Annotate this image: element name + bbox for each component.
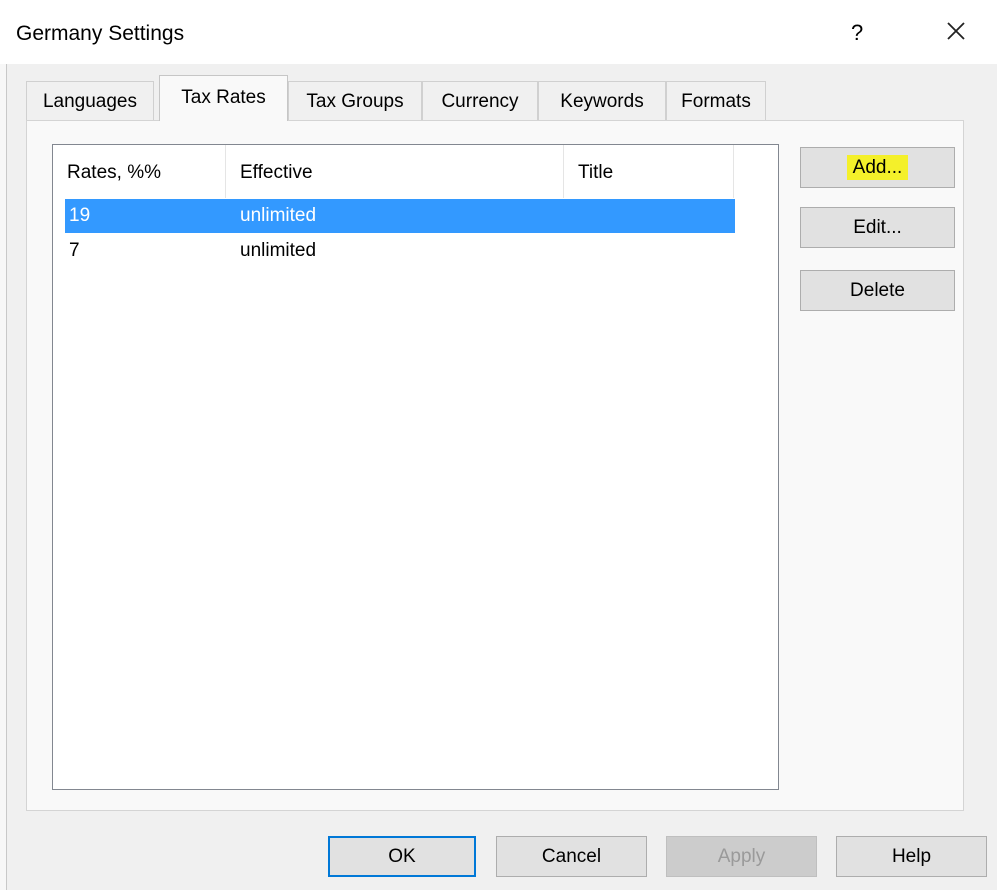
window-left-edge <box>0 0 7 890</box>
rate-cell: 19 <box>69 205 91 226</box>
tab-formats[interactable]: Formats <box>666 81 766 120</box>
tab-languages[interactable]: Languages <box>26 81 154 120</box>
add-button[interactable]: Add... <box>800 147 955 188</box>
cancel-button[interactable]: Cancel <box>496 836 647 877</box>
column-header-rates[interactable]: Rates, %% <box>53 145 226 198</box>
help-icon[interactable]: ? <box>851 20 863 46</box>
tax-rates-list[interactable]: Rates, %% Effective Title 19 unlimited 7… <box>52 144 779 790</box>
column-header-title[interactable]: Title <box>564 145 734 198</box>
table-row[interactable]: 7 unlimited <box>65 234 735 268</box>
help-button[interactable]: Help <box>836 836 987 877</box>
apply-button[interactable]: Apply <box>666 836 817 877</box>
column-header-effective[interactable]: Effective <box>226 145 564 198</box>
window-title: Germany Settings <box>16 22 185 45</box>
ok-button[interactable]: OK <box>328 836 476 877</box>
effective-cell: unlimited <box>240 205 317 226</box>
table-row[interactable]: 19 unlimited <box>65 199 735 233</box>
tab-currency[interactable]: Currency <box>422 81 538 120</box>
close-icon[interactable] <box>942 17 970 45</box>
title-bar: Germany Settings ? <box>0 0 997 64</box>
rate-cell: 7 <box>69 240 80 261</box>
add-button-label: Add... <box>846 155 909 180</box>
edit-button[interactable]: Edit... <box>800 207 955 248</box>
effective-cell: unlimited <box>240 240 317 261</box>
delete-button[interactable]: Delete <box>800 270 955 311</box>
tab-keywords[interactable]: Keywords <box>538 81 666 120</box>
tab-tax-rates[interactable]: Tax Rates <box>159 75 288 121</box>
tab-tax-groups[interactable]: Tax Groups <box>288 81 422 120</box>
